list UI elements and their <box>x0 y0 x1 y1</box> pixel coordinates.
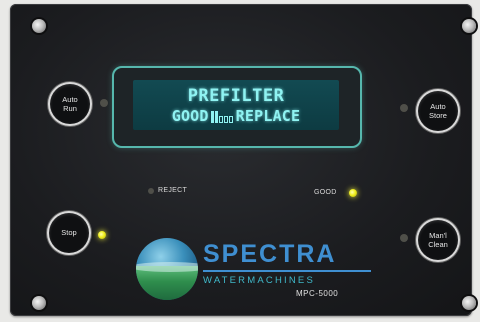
auto-store-led <box>400 104 408 112</box>
brand-subtitle: WATERMACHINES <box>203 275 315 286</box>
brand-name: SPECTRA <box>203 240 337 268</box>
lcd-display: PREFILTER GOOD REPLACE <box>133 80 339 130</box>
lcd-line-1: PREFILTER <box>187 86 285 106</box>
stop-button[interactable]: Stop <box>49 213 89 253</box>
meter-empty-segment <box>223 116 228 123</box>
lcd-replace-label: REPLACE <box>235 107 301 125</box>
model-number: MPC-5000 <box>296 289 339 298</box>
manual-clean-led <box>400 234 408 242</box>
stop-label: Stop <box>61 228 77 237</box>
stop-led <box>98 231 106 239</box>
auto-run-label: Auto Run <box>62 95 78 113</box>
screw-bottom-left <box>32 296 46 310</box>
good-label: GOOD <box>314 189 337 196</box>
meter-full-segment <box>210 111 214 123</box>
screw-bottom-right <box>462 296 476 310</box>
lcd-line-2: GOOD REPLACE <box>133 107 339 127</box>
auto-run-button[interactable]: Auto Run <box>50 84 90 124</box>
brand-block: SPECTRA WATERMACHINES <box>203 240 378 286</box>
spectra-logo-icon <box>136 238 198 300</box>
manual-clean-button[interactable]: Man'l Clean <box>418 220 458 260</box>
screw-top-right <box>462 19 476 33</box>
manual-clean-label: Man'l Clean <box>428 231 448 249</box>
good-led <box>349 189 357 197</box>
brand-rule <box>203 270 371 272</box>
auto-store-button[interactable]: Auto Store <box>418 91 458 131</box>
filter-meter <box>210 109 234 127</box>
lcd-good-label: GOOD <box>171 107 209 125</box>
meter-full-segment <box>214 111 218 123</box>
meter-empty-segment <box>228 116 233 123</box>
screw-top-left <box>32 19 46 33</box>
auto-run-led <box>100 99 108 107</box>
reject-label: REJECT <box>158 187 188 194</box>
auto-store-label: Auto Store <box>429 102 447 120</box>
reject-led <box>148 188 154 194</box>
lcd-bezel: PREFILTER GOOD REPLACE <box>112 66 362 148</box>
meter-empty-segment <box>218 116 223 123</box>
